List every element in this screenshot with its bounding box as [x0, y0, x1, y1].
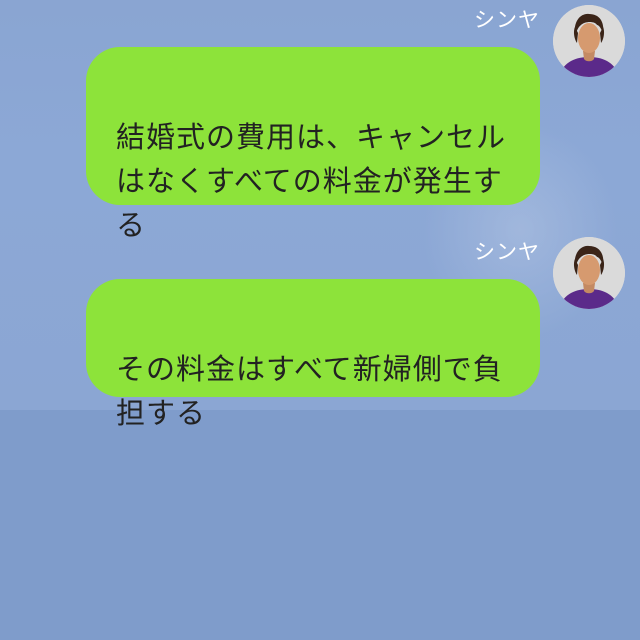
sender-name: シンヤ: [474, 240, 540, 264]
sender-name: シンヤ: [474, 8, 540, 32]
person-avatar-icon[interactable]: [553, 237, 625, 309]
person-avatar-icon[interactable]: [553, 5, 625, 77]
empty-chat-area: [0, 410, 640, 640]
message-bubble[interactable]: 結婚式の費用は、キャンセル はなくすべての料金が発生す る: [86, 47, 540, 242]
message-bubble[interactable]: その料金はすべて新婦側で負 担する: [86, 279, 540, 430]
